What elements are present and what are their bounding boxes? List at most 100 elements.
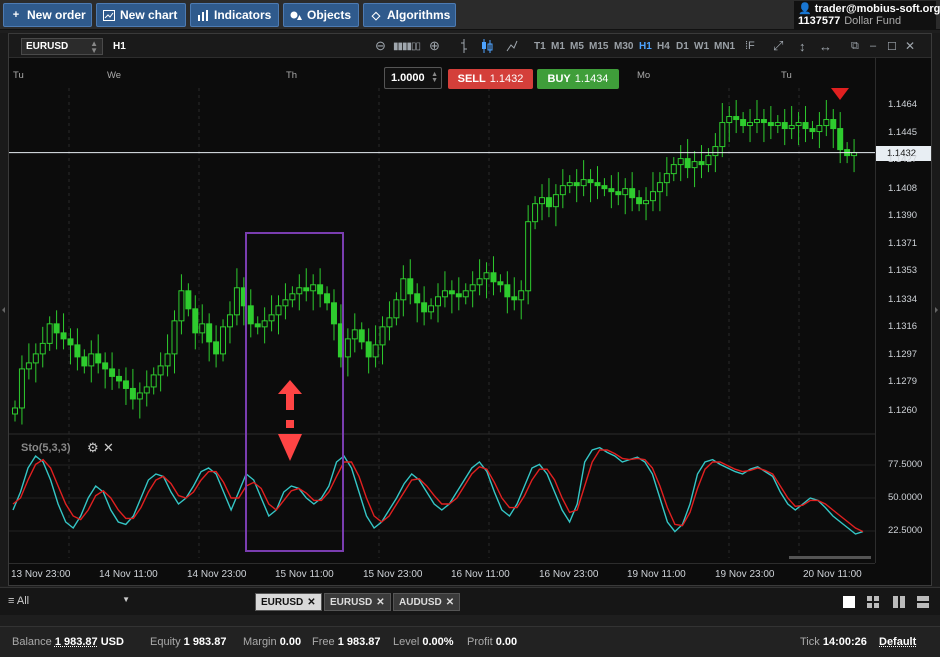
candle-body (719, 122, 726, 148)
mode-select[interactable]: Default (879, 636, 916, 648)
tf-m30[interactable]: M30 (614, 41, 633, 52)
maximize-icon[interactable]: ☐ (887, 38, 897, 54)
candle-body (677, 158, 684, 166)
chevron-down-icon: ▼ (122, 595, 130, 604)
candle-body (532, 203, 539, 223)
candle-type-icon[interactable] (481, 38, 493, 54)
candle-body (691, 161, 698, 169)
account-info[interactable]: 👤 trader@mobius-soft.org 1137577 Dollar F… (794, 1, 940, 29)
candle-body (622, 188, 629, 196)
close-icon[interactable]: ✕ (446, 597, 454, 608)
tab-eurusd[interactable]: EURUSD ✕ (255, 593, 322, 611)
tf-m5[interactable]: M5 (570, 41, 584, 52)
quantity-input[interactable]: 1.0000 ▲ ▼ (384, 67, 442, 89)
status-bar: Balance 1 983.87 USD Equity 1 983.87 Mar… (0, 626, 940, 657)
new-order-button[interactable]: + New order (3, 3, 92, 27)
candle-body (476, 278, 483, 286)
sto-k-line (12, 446, 864, 535)
tf-d1[interactable]: D1 (676, 41, 689, 52)
candle-body (441, 290, 448, 298)
close-indicator-icon[interactable]: ✕ (103, 440, 114, 456)
close-icon[interactable]: ✕ (905, 38, 915, 54)
time-axis[interactable]: 13 Nov 23:00 14 Nov 11:00 14 Nov 23:00 15 N… (9, 563, 875, 585)
price-chart[interactable] (9, 58, 875, 563)
layout-single-icon[interactable] (840, 594, 858, 610)
objects-button[interactable]: Objects (283, 3, 359, 27)
layout-grid-icon[interactable] (864, 594, 882, 610)
close-icon[interactable]: ✕ (307, 597, 315, 608)
candle-body (199, 323, 206, 334)
left-collapse-handle[interactable] (0, 33, 8, 586)
candle-body (275, 305, 282, 316)
spinner-icon: ▲ ▼ (90, 39, 98, 55)
price-axis[interactable]: 1.1432 1.1464 1.1445 1.1427 1.1408 1.1390 1.1… (875, 58, 931, 563)
layout-columns-icon[interactable] (890, 594, 908, 610)
price-tick-label: 1.1353 (888, 265, 918, 277)
line-type-icon[interactable] (506, 38, 518, 54)
tf-t1[interactable]: T1 (534, 41, 546, 52)
right-collapse-handle[interactable] (932, 33, 940, 586)
vertical-line-icon[interactable]: ↕ (799, 38, 806, 54)
indicators-button[interactable]: Indicators (190, 3, 279, 27)
time-tick-label: 14 Nov 23:00 (187, 569, 247, 580)
bar-type-icon[interactable] (459, 38, 469, 54)
sell-button[interactable]: SELL 1.1432 (448, 69, 533, 89)
zoom-out-icon[interactable]: ⊖ (375, 38, 386, 54)
tf-m1[interactable]: M1 (551, 41, 565, 52)
candle-body (109, 368, 116, 377)
account-email: trader@mobius-soft.org (814, 3, 940, 15)
candle-body (490, 272, 497, 283)
time-tick-label: 16 Nov 11:00 (451, 569, 510, 580)
tf-h4[interactable]: H4 (657, 41, 670, 52)
candle-body (136, 392, 143, 400)
candle-body (753, 119, 760, 124)
candle-body (386, 317, 393, 328)
tf-mn1[interactable]: MN1 (714, 41, 735, 52)
candle-body (60, 332, 67, 340)
candle-body (32, 353, 39, 364)
candle-body (726, 116, 733, 124)
candle-body (247, 305, 254, 325)
tf-m15[interactable]: M15 (589, 41, 608, 52)
candle-body (830, 119, 837, 130)
oscillator-tick-label: 22.5000 (888, 525, 923, 536)
tab-filter-select[interactable]: ≡ All ▼ (8, 595, 130, 607)
indicator-settings-icon[interactable]: ⁞F (745, 38, 755, 54)
candle-body (455, 293, 462, 298)
zoom-in-icon[interactable]: ⊕ (429, 38, 440, 54)
day-marker: We (107, 70, 122, 81)
candle-body (629, 188, 636, 199)
price-tick-label: 1.1316 (888, 320, 918, 332)
minimize-icon[interactable]: – (870, 38, 876, 54)
draw-line-icon[interactable]: ⤢ (773, 38, 783, 54)
oscillator-tick-label: 50.0000 (888, 492, 923, 503)
candle-body (504, 284, 511, 298)
symbol-selector[interactable]: EURUSD ▲ ▼ (21, 38, 103, 55)
zoom-slider[interactable]: ▮▮▮▮▯▯ (393, 38, 421, 54)
candle-body (213, 341, 220, 355)
candle-body (608, 188, 615, 193)
margin: Margin 0.00 (243, 636, 302, 648)
tab-eurusd-2[interactable]: EURUSD ✕ (324, 593, 391, 611)
gear-icon[interactable]: ⚙ (87, 440, 99, 456)
buy-button[interactable]: BUY 1.1434 (537, 69, 619, 89)
tf-h1[interactable]: H1 (639, 41, 652, 52)
tf-w1[interactable]: W1 (694, 41, 709, 52)
time-tick-label: 14 Nov 11:00 (99, 569, 158, 580)
horizontal-line-icon[interactable]: ↔ (819, 38, 832, 54)
layout-rows-icon[interactable] (914, 594, 932, 610)
candle-body (760, 119, 767, 124)
plus-icon: + (12, 9, 20, 21)
candle-body (552, 194, 559, 208)
algorithms-button[interactable]: ◇ Algorithms (363, 3, 456, 27)
candle-body (344, 338, 351, 358)
candle-body (365, 341, 372, 358)
level: Level 0.00% (393, 636, 454, 648)
candle-body (802, 122, 809, 130)
close-icon[interactable]: ✕ (376, 597, 384, 608)
candle-body (809, 128, 816, 133)
tab-audusd[interactable]: AUDUSD ✕ (393, 593, 461, 611)
candle-body (740, 119, 747, 127)
new-chart-button[interactable]: New chart (96, 3, 186, 27)
detach-window-icon[interactable]: ⧉ (851, 38, 859, 54)
